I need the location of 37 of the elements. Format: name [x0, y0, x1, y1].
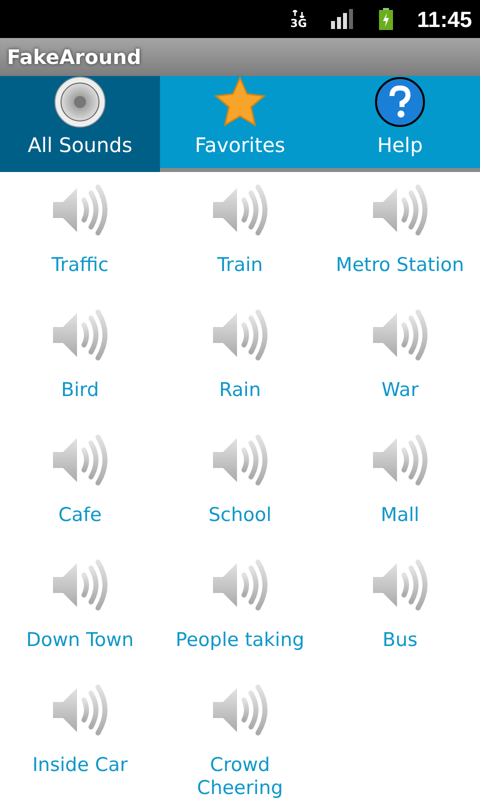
speaker-icon — [211, 309, 269, 361]
speaker-icon — [211, 434, 269, 486]
speaker-icon — [371, 184, 429, 236]
tab[interactable]: Favorites — [160, 76, 320, 172]
sound-item[interactable]: Down Town — [0, 547, 160, 672]
speaker-icon — [51, 434, 109, 486]
help-icon — [374, 76, 426, 130]
sound-item[interactable]: People taking — [160, 547, 320, 672]
sound-item[interactable]: Bus — [320, 547, 480, 672]
sound-item[interactable]: Metro Station — [320, 172, 480, 297]
sound-item[interactable]: Bird — [0, 297, 160, 422]
sound-item[interactable]: Rain — [160, 297, 320, 422]
sound-item[interactable]: Cafe — [0, 422, 160, 547]
speaker-icon — [51, 684, 109, 736]
sound-item[interactable]: Traffic — [0, 172, 160, 297]
speaker-icon — [371, 559, 429, 611]
sound-item[interactable]: Crowd Cheering — [160, 672, 320, 797]
speaker-icon — [51, 559, 109, 611]
speaker-icon — [371, 309, 429, 361]
speaker-icon — [51, 184, 109, 236]
speaker-icon — [51, 309, 109, 361]
sound-item[interactable]: Mall — [320, 422, 480, 547]
speaker-icon — [211, 684, 269, 736]
speaker-icon — [211, 184, 269, 236]
signal-icon — [330, 9, 355, 29]
sound-item[interactable]: School — [160, 422, 320, 547]
speaker-icon — [54, 76, 106, 130]
clock-time: 11:45 — [416, 6, 472, 34]
sound-item[interactable]: Train — [160, 172, 320, 297]
speaker-icon — [211, 559, 269, 611]
tab[interactable]: Help — [320, 76, 480, 172]
sound-item[interactable]: Inside Car — [0, 672, 160, 797]
app-title: FakeAround — [0, 38, 480, 76]
tab[interactable]: All Sounds — [0, 76, 160, 172]
sound-item[interactable]: War — [320, 297, 480, 422]
speaker-icon — [371, 434, 429, 486]
battery-icon — [378, 8, 393, 30]
